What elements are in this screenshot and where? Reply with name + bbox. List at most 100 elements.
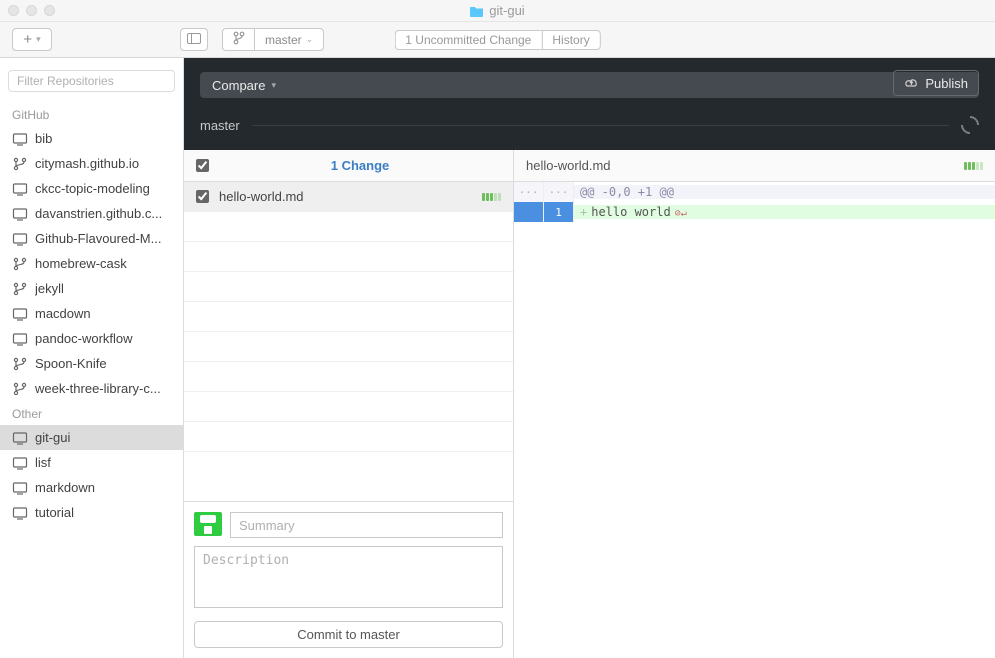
main: GitHubbib citymash.github.io ckcc-topic-mo…: [0, 58, 995, 658]
monitor-icon: [12, 307, 28, 321]
diff-filename: hello-world.md: [526, 158, 611, 173]
summary-input[interactable]: [230, 512, 503, 538]
sync-icon[interactable]: [957, 112, 982, 137]
line-number-old: ···: [514, 182, 544, 202]
sidebar-item[interactable]: lisf: [0, 450, 183, 475]
diff-line: 1+hello world⊘↵: [514, 202, 995, 222]
empty-row: [184, 362, 513, 392]
commit-button-label: Commit to master: [297, 627, 400, 642]
plus-icon: +: [23, 32, 32, 47]
zoom-window-icon[interactable]: [44, 5, 55, 16]
sidebar-item[interactable]: git-gui: [0, 425, 183, 450]
empty-row: [184, 302, 513, 332]
changed-file-row[interactable]: hello-world.md: [184, 182, 513, 212]
sidebar-item-label: tutorial: [35, 505, 74, 520]
tab-uncommitted[interactable]: 1 Uncommitted Change: [394, 30, 541, 50]
sidebar-item[interactable]: Github-Flavoured-M...: [0, 226, 183, 251]
sidebar-item[interactable]: Spoon-Knife: [0, 351, 183, 376]
changes-panel: 1 Change hello-world.md Commit to master: [184, 150, 514, 658]
fork-icon: [12, 257, 28, 271]
sidebar-item[interactable]: macdown: [0, 301, 183, 326]
hunk-header: @@ -0,0 +1 @@: [574, 185, 995, 199]
sidebar-item-label: week-three-library-c...: [35, 381, 161, 396]
sidebar-item-label: macdown: [35, 306, 91, 321]
sidebar-item-label: citymash.github.io: [35, 156, 139, 171]
avatar-icon: [194, 512, 222, 536]
empty-row: [184, 242, 513, 272]
fork-icon: [12, 282, 28, 296]
sidebar-item[interactable]: jekyll: [0, 276, 183, 301]
changes-list: hello-world.md: [184, 182, 513, 501]
tab-uncommitted-label: 1 Uncommitted Change: [405, 33, 531, 47]
branch-button[interactable]: [222, 28, 254, 51]
empty-row: [184, 332, 513, 362]
changes-header: 1 Change: [184, 150, 513, 182]
sidebar-section-title: GitHub: [0, 102, 183, 126]
sidebar-item[interactable]: markdown: [0, 475, 183, 500]
description-input[interactable]: [194, 546, 503, 608]
toolbar: + ▾ master ⌄ 1 Uncommitted Change Histor…: [0, 22, 995, 58]
fork-icon: [12, 157, 28, 171]
commit-form: Commit to master: [184, 501, 513, 658]
select-all-checkbox[interactable]: [196, 159, 209, 172]
line-number-old: [514, 202, 544, 222]
sidebar-item[interactable]: week-three-library-c...: [0, 376, 183, 401]
sidebar-item-label: git-gui: [35, 430, 70, 445]
sidebar-section-title: Other: [0, 401, 183, 425]
diff-status-dots: [964, 162, 983, 170]
sidebar-item[interactable]: bib: [0, 126, 183, 151]
monitor-icon: [12, 332, 28, 346]
empty-row: [184, 422, 513, 452]
sidebar-item[interactable]: ckcc-topic-modeling: [0, 176, 183, 201]
diff-body: ··· ··· @@ -0,0 +1 @@ 1+hello world⊘↵: [514, 182, 995, 222]
center-tabs: 1 Uncommitted Change History: [394, 30, 600, 50]
publish-button-label: Publish: [925, 76, 968, 91]
diff-header: hello-world.md: [514, 150, 995, 182]
branch-icon: [233, 31, 245, 48]
sidebar-item-label: lisf: [35, 455, 51, 470]
window-controls: [8, 5, 55, 16]
empty-row: [184, 212, 513, 242]
sidebar-item[interactable]: tutorial: [0, 500, 183, 525]
monitor-icon: [12, 207, 28, 221]
line-number-new: 1: [544, 202, 574, 222]
sidebar-item[interactable]: davanstrien.github.c...: [0, 201, 183, 226]
filter-input[interactable]: [8, 70, 175, 92]
diff-line-content: +hello world⊘↵: [574, 205, 995, 219]
sidebar-item-label: Github-Flavoured-M...: [35, 231, 161, 246]
branch-selector-label: master: [265, 33, 302, 47]
sidebar-item[interactable]: homebrew-cask: [0, 251, 183, 276]
minimize-window-icon[interactable]: [26, 5, 37, 16]
sidebar-item-label: homebrew-cask: [35, 256, 127, 271]
sidebar: GitHubbib citymash.github.io ckcc-topic-mo…: [0, 58, 184, 658]
tab-history[interactable]: History: [541, 30, 600, 50]
commit-button[interactable]: Commit to master: [194, 621, 503, 648]
sidebar-item-label: pandoc-workflow: [35, 331, 133, 346]
sidebar-toggle-button[interactable]: [180, 28, 208, 51]
monitor-icon: [12, 182, 28, 196]
chevron-down-icon: ▾: [36, 34, 41, 45]
diff-panel: hello-world.md ··· ··· @@ -0,0 +1 @@ 1+h…: [514, 150, 995, 658]
close-window-icon[interactable]: [8, 5, 19, 16]
sidebar-item[interactable]: citymash.github.io: [0, 151, 183, 176]
monitor-icon: [12, 132, 28, 146]
sidebar-item[interactable]: pandoc-workflow: [0, 326, 183, 351]
branch-selector[interactable]: master ⌄: [254, 28, 324, 51]
sidebar-item-label: Spoon-Knife: [35, 356, 107, 371]
publish-button[interactable]: Publish: [893, 70, 979, 96]
monitor-icon: [12, 431, 28, 445]
compare-button[interactable]: Compare ▾: [200, 72, 979, 98]
add-repo-button[interactable]: + ▾: [12, 28, 52, 51]
fork-icon: [12, 382, 28, 396]
empty-row: [184, 392, 513, 422]
file-checkbox[interactable]: [196, 190, 209, 203]
cloud-upload-icon: [904, 76, 919, 91]
file-status-dots: [482, 193, 501, 201]
compare-button-label: Compare: [212, 78, 265, 93]
monitor-icon: [12, 232, 28, 246]
monitor-icon: [12, 481, 28, 495]
monitor-icon: [12, 456, 28, 470]
line-number-new: ···: [544, 182, 574, 202]
titlebar: git-gui: [0, 0, 995, 22]
sidebar-item-label: markdown: [35, 480, 95, 495]
